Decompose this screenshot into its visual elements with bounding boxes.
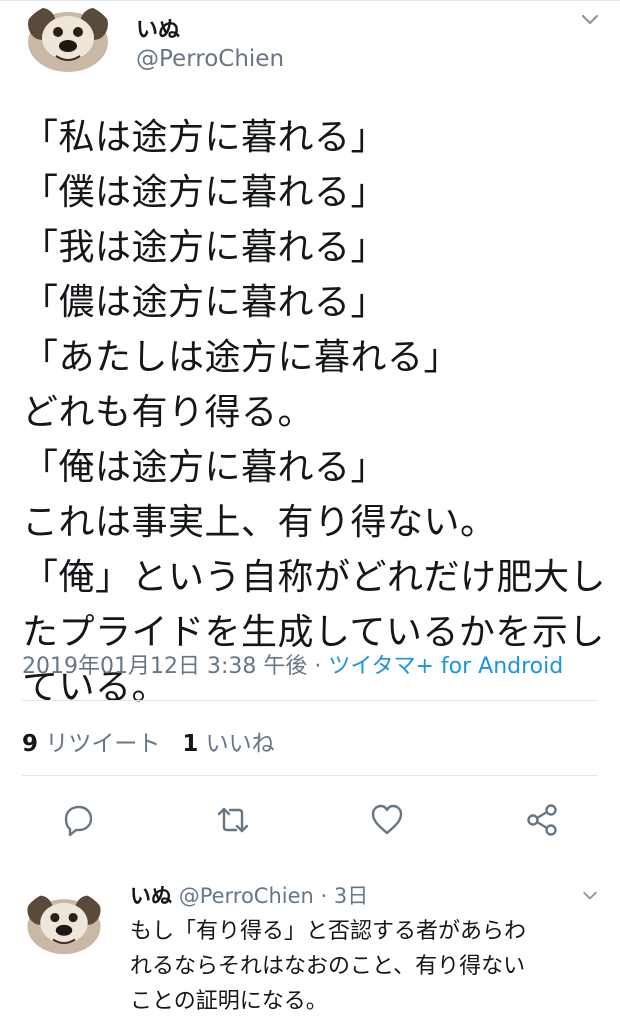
tweet-text-line: 「我は途方に暮れる」 [22, 227, 388, 268]
client-link[interactable]: ツイタマ+ for Android [328, 654, 563, 679]
reply-text: もし「有り得る」と否認する者があらわ れるならそれはなおのこと、有り得ない こと… [130, 914, 600, 1019]
reply-author-handle[interactable]: @PerroChien [179, 884, 314, 908]
chevron-down-icon[interactable] [578, 8, 602, 32]
like-label[interactable]: いいね [206, 731, 275, 757]
tweet-text-line: 「俺」という自称がどれだけ肥大し [22, 557, 607, 598]
author-name[interactable]: いぬ [136, 12, 180, 44]
tweet-text-line: 「儂は途方に暮れる」 [22, 282, 388, 323]
retweet-count[interactable]: 9 [22, 731, 38, 757]
section-divider [0, 0, 620, 1]
meta-separator: · [313, 884, 334, 908]
reply-text-line: もし「有り得る」と否認する者があらわ [130, 919, 527, 944]
tweet-text-line: 「僕は途方に暮れる」 [22, 172, 388, 213]
retweet-icon[interactable] [213, 800, 253, 840]
reply-text-line: ことの証明になる。 [130, 989, 328, 1014]
author-handle[interactable]: @PerroChien [136, 46, 284, 72]
tweet-metadata: 2019年01月12日 3:38 午後 · ツイタマ+ for Android [22, 648, 563, 680]
engagement-stats: 9 リツイート 1 いいね [22, 724, 275, 758]
share-icon[interactable] [522, 800, 562, 840]
tweet-text: 「私は途方に暮れる」 「僕は途方に暮れる」 「我は途方に暮れる」 「儂は途方に暮… [22, 110, 612, 715]
meta-separator: · [307, 654, 329, 679]
reply-icon[interactable] [58, 800, 98, 840]
tweet-text-line: これは事実上、有り得ない。 [22, 502, 497, 543]
retweet-label[interactable]: リツイート [45, 731, 160, 757]
like-count[interactable]: 1 [182, 731, 198, 757]
tweet-text-line: 「あたしは途方に暮れる」 [22, 337, 461, 378]
divider [22, 775, 598, 776]
reply-author-name[interactable]: いぬ [130, 884, 172, 908]
reply-age: 3日 [333, 884, 369, 908]
reply-author-avatar[interactable] [22, 890, 106, 956]
heart-icon[interactable] [367, 800, 407, 840]
reply-header: いぬ @PerroChien · 3日 [130, 880, 368, 910]
tweet-timestamp: 2019年01月12日 3:38 午後 [22, 654, 308, 679]
tweet-text-line: どれも有り得る。 [22, 392, 315, 433]
author-avatar[interactable] [22, 2, 114, 74]
tweet-text-line: 「私は途方に暮れる」 [22, 117, 388, 158]
chevron-down-icon[interactable] [580, 886, 600, 906]
reply-text-line: れるならそれはなおのこと、有り得ない [130, 954, 526, 979]
divider [22, 700, 598, 701]
tweet-text-line: 「俺は途方に暮れる」 [22, 447, 388, 488]
